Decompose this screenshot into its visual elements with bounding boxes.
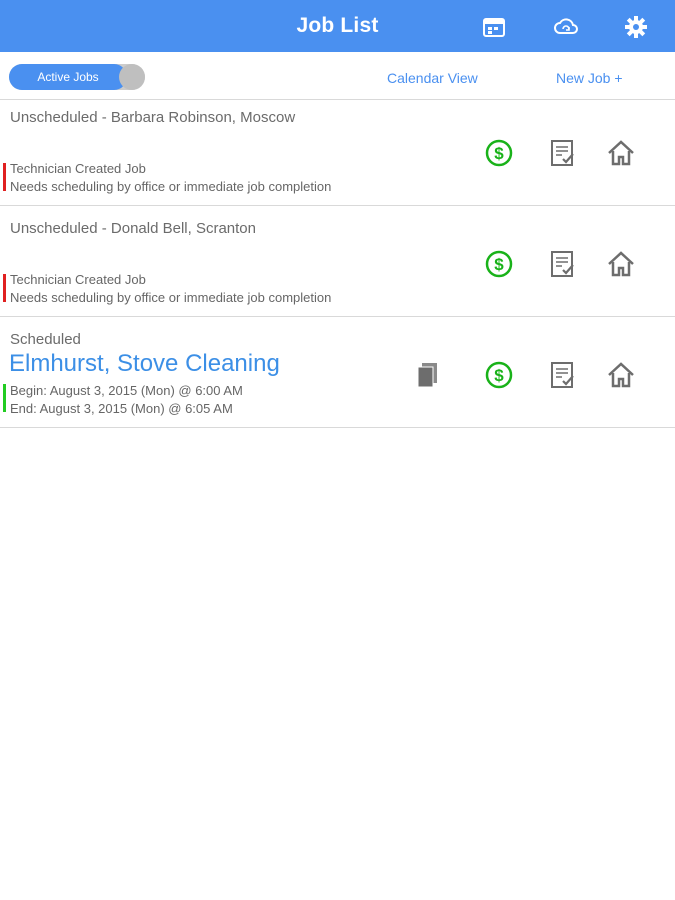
- job-status: Unscheduled - Donald Bell, Scranton: [10, 220, 256, 237]
- checklist-icon[interactable]: [548, 249, 578, 279]
- job-detail-line1: Technician Created Job: [10, 272, 146, 287]
- job-detail-line1: Technician Created Job: [10, 161, 146, 176]
- job-row[interactable]: Scheduled Elmhurst, Stove Cleaning Begin…: [0, 317, 675, 428]
- dollar-icon[interactable]: $: [484, 360, 514, 390]
- home-icon[interactable]: [606, 249, 636, 279]
- job-detail-line2: Needs scheduling by office or immediate …: [10, 179, 332, 194]
- dollar-icon[interactable]: $: [484, 138, 514, 168]
- toolbar: Active Jobs Calendar View New Job +: [0, 52, 675, 100]
- priority-bar: [3, 163, 6, 191]
- job-row[interactable]: Unscheduled - Donald Bell, Scranton Tech…: [0, 206, 675, 317]
- dollar-icon[interactable]: $: [484, 249, 514, 279]
- toggle-knob[interactable]: [119, 64, 145, 90]
- home-icon[interactable]: [606, 138, 636, 168]
- status-bar: [3, 384, 6, 412]
- job-status: Scheduled: [10, 331, 81, 348]
- app-header: Job List: [0, 0, 675, 52]
- svg-text:$: $: [494, 366, 504, 385]
- active-jobs-toggle[interactable]: Active Jobs: [9, 64, 145, 90]
- svg-text:$: $: [494, 255, 504, 274]
- job-status: Unscheduled - Barbara Robinson, Moscow: [10, 109, 296, 126]
- checklist-icon[interactable]: [548, 138, 578, 168]
- job-detail-line2: Needs scheduling by office or immediate …: [10, 290, 332, 305]
- documents-icon[interactable]: [414, 360, 444, 390]
- calendar-view-link[interactable]: Calendar View: [387, 70, 478, 86]
- job-begin-time: Begin: August 3, 2015 (Mon) @ 6:00 AM: [10, 383, 243, 398]
- svg-text:$: $: [494, 144, 504, 163]
- home-icon[interactable]: [606, 360, 636, 390]
- cloud-sync-icon[interactable]: [553, 14, 579, 40]
- job-row[interactable]: Unscheduled - Barbara Robinson, Moscow T…: [0, 100, 675, 206]
- toggle-label: Active Jobs: [9, 64, 127, 90]
- priority-bar: [3, 274, 6, 302]
- job-end-time: End: August 3, 2015 (Mon) @ 6:05 AM: [10, 401, 233, 416]
- checklist-icon[interactable]: [548, 360, 578, 390]
- new-job-link[interactable]: New Job +: [556, 70, 623, 86]
- gear-icon[interactable]: [623, 14, 649, 40]
- calendar-icon[interactable]: [481, 14, 507, 40]
- job-title[interactable]: Elmhurst, Stove Cleaning: [9, 350, 280, 378]
